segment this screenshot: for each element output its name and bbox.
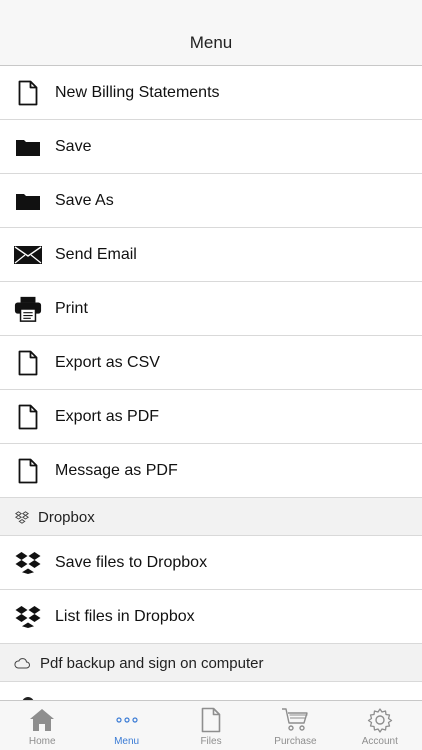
menu-item-label: Save [55,138,92,155]
menu-item-save[interactable]: Save [0,120,422,174]
cart-icon [281,706,309,734]
menu-item-label: Save As [55,192,114,209]
menu-item-save-as[interactable]: Save As [0,174,422,228]
document-icon [14,79,42,107]
menu-item-send-email[interactable]: Send Email [0,228,422,282]
dropbox-icon [14,549,42,577]
printer-icon [14,295,42,323]
folder-icon [14,187,42,215]
dropbox-outline-icon [14,509,30,525]
folder-icon [14,133,42,161]
tab-bar: Home Menu Files Purchase Account [0,700,422,750]
gear-icon [366,706,394,734]
tab-label: Account [361,736,398,747]
menu-item-label: List files in Dropbox [55,608,195,625]
tab-label: Purchase [274,736,317,747]
tab-label: Files [200,736,222,747]
menu-item-save-to-dropbox[interactable]: Save files to Dropbox [0,536,422,590]
envelope-icon [14,241,42,269]
tab-account[interactable]: Account [338,701,422,750]
file-icon [197,706,225,734]
document-icon [14,403,42,431]
dropbox-icon [14,603,42,631]
document-icon [14,349,42,377]
tab-home[interactable]: Home [0,701,84,750]
more-dots-icon [113,706,141,734]
menu-item-label: Print [55,300,88,317]
menu-item-export-csv[interactable]: Export as CSV [0,336,422,390]
tab-purchase[interactable]: Purchase [253,701,337,750]
menu-item-print[interactable]: Print [0,282,422,336]
tab-menu[interactable]: Menu [84,701,168,750]
section-header-dropbox: Dropbox [0,498,422,536]
menu-item-label: Save files to Dropbox [55,554,208,571]
menu-item-message-pdf[interactable]: Message as PDF [0,444,422,498]
list-item-partial[interactable] [0,682,422,703]
document-icon [14,457,42,485]
menu-list: New Billing Statements Save Save As Send… [0,66,422,703]
menu-item-label: New Billing Statements [55,84,220,101]
menu-item-label: Send Email [55,246,137,263]
menu-item-label: Export as CSV [55,354,160,371]
tab-label: Menu [114,736,140,747]
tab-label: Home [28,736,56,747]
section-title: Pdf backup and sign on computer [40,655,264,672]
menu-item-export-pdf[interactable]: Export as PDF [0,390,422,444]
navigation-bar: Menu [0,0,422,66]
cloud-icon [14,655,30,671]
section-header-pdf-backup: Pdf backup and sign on computer [0,644,422,682]
home-icon [28,706,56,734]
menu-item-label: Message as PDF [55,462,178,479]
tab-files[interactable]: Files [169,701,253,750]
section-title: Dropbox [38,509,95,526]
menu-item-label: Export as PDF [55,408,160,425]
menu-item-list-dropbox[interactable]: List files in Dropbox [0,590,422,644]
page-title: Menu [189,33,233,52]
menu-item-new-billing-statements[interactable]: New Billing Statements [0,66,422,120]
